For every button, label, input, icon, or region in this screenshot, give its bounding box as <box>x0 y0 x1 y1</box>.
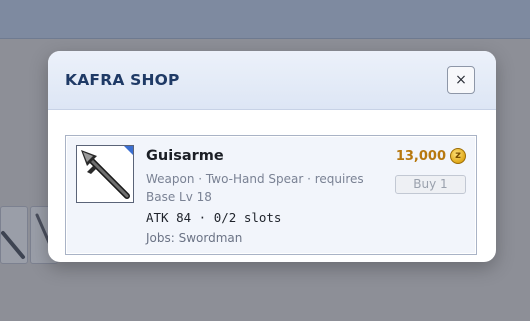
close-icon: × <box>455 72 467 88</box>
item-stats: ATK 84 · 0/2 slots <box>146 210 282 225</box>
shop-item-card: Guisarme Weapon · Two-Hand Spear · requi… <box>65 135 477 255</box>
item-price: 13,000 z <box>396 148 466 164</box>
item-name: Guisarme <box>146 148 224 164</box>
close-button[interactable]: × <box>447 66 475 94</box>
rarity-corner-marker <box>124 146 133 155</box>
dialog-title: KAFRA SHOP <box>65 71 180 89</box>
buy-button[interactable]: Buy 1 <box>395 175 466 194</box>
item-description: Weapon · Two-Hand Spear · requires Base … <box>146 172 364 204</box>
price-value: 13,000 <box>395 148 446 164</box>
background-top-bar <box>0 0 530 39</box>
dialog-header: KAFRA SHOP × <box>48 51 496 110</box>
item-jobs: Jobs: Swordman <box>146 231 243 245</box>
spear-icon <box>76 145 134 203</box>
shop-dialog: KAFRA SHOP × Guisarme Weapon · Two-Hand … <box>48 51 496 262</box>
background-item-slot <box>0 206 28 264</box>
zeny-coin-icon: z <box>450 148 466 164</box>
